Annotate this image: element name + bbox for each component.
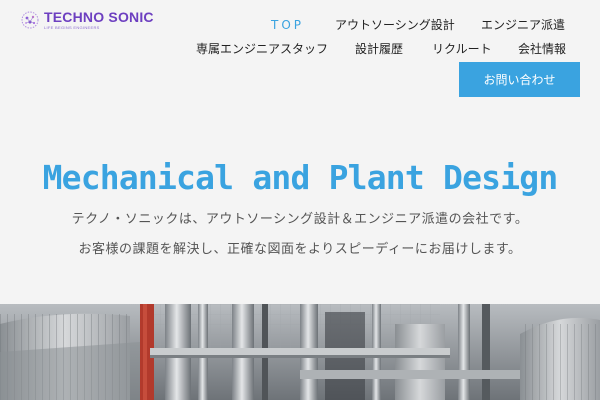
hero-description-line-1: テクノ・ソニックは、アウトソーシング設計＆エンジニア派遣の会社です。 <box>71 212 529 227</box>
logo-name: TECHNO SONIC <box>44 9 154 25</box>
nav-recruit[interactable]: リクルート <box>432 42 492 56</box>
nav-history[interactable]: 設計履歴 <box>355 42 403 56</box>
nav-dispatch[interactable]: エンジニア派遣 <box>481 18 565 32</box>
hero-plant-photo <box>0 304 600 400</box>
hero-title: Mechanical and Plant Design <box>42 158 559 197</box>
nav-outsourcing[interactable]: アウトソーシング設計 <box>335 18 455 32</box>
nav-company[interactable]: 会社情報 <box>518 42 566 56</box>
site-logo[interactable]: TECHNO SONIC LIFE BEGINS ENGINEERS <box>20 10 154 30</box>
logo-tagline: LIFE BEGINS ENGINEERS <box>44 25 100 30</box>
brain-logo-icon <box>21 11 39 29</box>
hero-description-line-2: お客様の課題を解決し、正確な図面をよりスピーディーにお届けします。 <box>78 242 522 257</box>
nav-staff[interactable]: 専属エンジニアスタッフ <box>196 42 328 56</box>
nav-top[interactable]: TOP <box>271 18 304 32</box>
contact-button[interactable]: お問い合わせ <box>459 62 580 97</box>
